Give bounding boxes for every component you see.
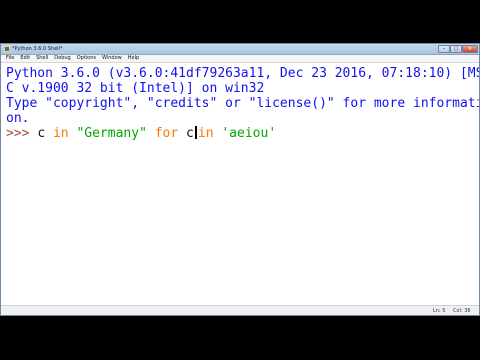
banner-line: on. — [6, 111, 30, 126]
menu-window[interactable]: Window — [99, 55, 125, 62]
menu-bar: File Edit Shell Debug Options Window Hel… — [1, 55, 479, 63]
status-line-number: Ln: 5 — [433, 308, 446, 314]
menu-shell[interactable]: Shell — [33, 55, 51, 62]
close-button[interactable]: ✕ — [462, 45, 478, 53]
menu-help[interactable]: Help — [125, 55, 142, 62]
text-cursor — [194, 126, 197, 139]
code-token: c — [37, 126, 53, 141]
code-token: c — [178, 126, 194, 141]
window-title: *Python 3.6.0 Shell* — [12, 46, 63, 52]
minimize-button[interactable]: – — [438, 45, 450, 53]
banner-line: C v.1900 32 bit (Intel)] on win32 — [6, 81, 265, 96]
keyword-token: in — [197, 126, 214, 141]
maximize-button[interactable]: □ — [450, 45, 462, 53]
idle-shell-window: *Python 3.6.0 Shell* – □ ✕ File Edit She… — [0, 43, 480, 316]
string-token: 'aeiou' — [221, 126, 277, 141]
shell-prompt: >>> — [6, 126, 38, 141]
input-line[interactable]: >>> c in "Germany" for c in 'aeiou' — [6, 126, 479, 141]
keyword-token: for — [154, 126, 179, 141]
string-token: "Germany" — [76, 126, 147, 141]
menu-file[interactable]: File — [1, 55, 17, 62]
menu-debug[interactable]: Debug — [51, 55, 73, 62]
shell-text-area[interactable]: Python 3.6.0 (v3.6.0:41df79263a11, Dec 2… — [1, 63, 479, 305]
menu-edit[interactable]: Edit — [17, 55, 33, 62]
banner-line: Python 3.6.0 (v3.6.0:41df79263a11, Dec 2… — [6, 66, 479, 81]
keyword-token: in — [52, 126, 69, 141]
status-bar: Ln: 5 Col: 36 — [1, 305, 479, 315]
menu-options[interactable]: Options — [74, 55, 99, 62]
banner-line: Type "copyright", "credits" or "license(… — [6, 96, 479, 111]
status-column-number: Col: 36 — [453, 308, 471, 314]
python-app-icon — [4, 46, 10, 52]
title-bar[interactable]: *Python 3.6.0 Shell* – □ ✕ — [1, 44, 479, 55]
